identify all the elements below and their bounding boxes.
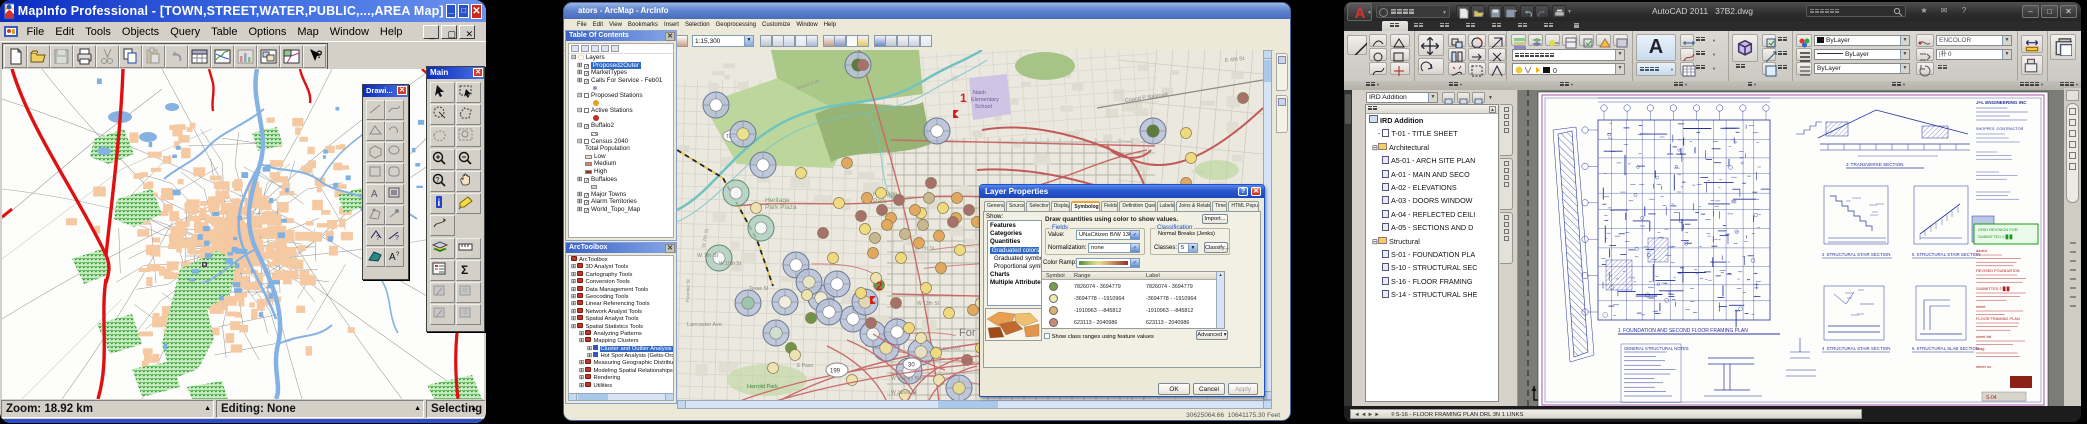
svg-text:Park: Park	[873, 198, 887, 205]
svg-text:GENERAL STRUCTURAL NOTES: GENERAL STRUCTURAL NOTES	[1624, 346, 1689, 351]
svg-text:1 FOUNDATION AND SECOND FLOOR: 1 FOUNDATION AND SECOND FLOOR FRAMING PL…	[1618, 328, 1748, 334]
svg-text:?: ?	[316, 49, 323, 61]
svg-text:Nash: Nash	[973, 90, 986, 96]
svg-text:4 STRUCTURAL STAIR SECTION: 4 STRUCTURAL STAIR SECTION	[1822, 346, 1890, 351]
svg-text:W 7th St: W 7th St	[697, 253, 719, 259]
svg-text:REVISED FOUNDATION: REVISED FOUNDATION	[1976, 268, 2020, 273]
svg-text:Harrold Park: Harrold Park	[747, 384, 778, 390]
svg-text:E Paso: E Paso	[797, 363, 813, 369]
svg-text:?: ?	[396, 252, 400, 258]
svg-text:A: A	[371, 189, 378, 200]
svg-text:Fournier St: Fournier St	[685, 278, 691, 302]
svg-text:5 STRUCTURAL STAIR SECTION: 5 STRUCTURAL STAIR SECTION	[1912, 252, 1980, 257]
svg-text:?: ?	[395, 235, 399, 242]
svg-text:SHOPPES CONTRACTOR: SHOPPES CONTRACTOR	[1976, 127, 2024, 131]
svg-text:W 13th St: W 13th St	[917, 301, 940, 307]
svg-text:Heritage: Heritage	[765, 197, 790, 204]
svg-text:?: ?	[436, 177, 440, 184]
svg-text:W Vickery Blvd: W Vickery Blvd	[891, 376, 925, 382]
svg-text:FLOOR FRAMING PLAN: FLOOR FRAMING PLAN	[1976, 316, 2020, 321]
svg-text:Texas St: Texas St	[749, 286, 769, 292]
svg-text:Park Plaza: Park Plaza	[765, 204, 797, 211]
svg-text:Lancaster Ave: Lancaster Ave	[687, 322, 722, 328]
svg-text:added: added	[1976, 248, 1987, 253]
svg-text:sheet no: sheet no	[1976, 364, 1992, 369]
svg-text:3 TRANSVERSE SECTION: 3 TRANSVERSE SECTION	[1846, 162, 1904, 167]
svg-text:1: 1	[960, 91, 967, 105]
svg-text:199: 199	[830, 369, 841, 375]
svg-text:sheet list: sheet list	[1976, 334, 1992, 339]
svg-text:Elementary: Elementary	[971, 97, 999, 103]
svg-text:For: For	[959, 327, 976, 339]
svg-text:?: ?	[376, 235, 380, 242]
svg-text:30: 30	[908, 363, 915, 369]
svg-text:sheet: sheet	[1976, 304, 1986, 309]
svg-text:6 STRUCTURAL SLAB SECTION: 6 STRUCTURAL SLAB SECTION	[1912, 346, 1979, 351]
svg-text:S-04: S-04	[1986, 395, 1997, 401]
svg-text:snag: snag	[1976, 346, 1984, 351]
svg-text:School: School	[975, 104, 992, 110]
svg-text:2: 2	[876, 279, 883, 293]
svg-text:Σ: Σ	[461, 263, 468, 277]
svg-text:J+L ENGINEERING INC: J+L ENGINEERING INC	[1976, 100, 2027, 105]
svg-text:2 STRUCTURAL STAIR SECTION: 2 STRUCTURAL STAIR SECTION	[1822, 252, 1890, 257]
svg-text:GRID REVISION FOR: GRID REVISION FOR	[1978, 227, 2018, 232]
svg-text:A: A	[389, 252, 396, 263]
svg-text:0: 0	[1553, 68, 1557, 75]
svg-text:W 10th St: W 10th St	[719, 261, 742, 267]
svg-text:W Jarvis St: W Jarvis St	[891, 390, 917, 396]
svg-text:i: i	[438, 198, 441, 209]
